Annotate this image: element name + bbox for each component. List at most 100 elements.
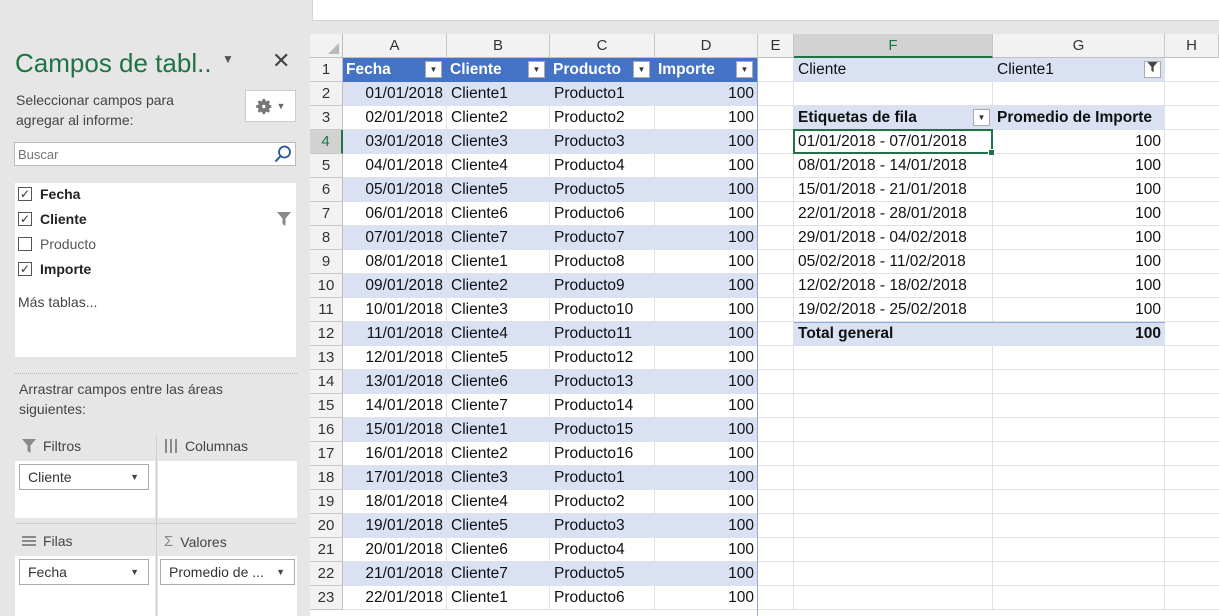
column-header-c[interactable]: C bbox=[550, 34, 655, 58]
table-cell[interactable]: Cliente1 bbox=[447, 586, 550, 610]
table-cell[interactable]: Producto4 bbox=[550, 154, 655, 178]
table-cell[interactable]: Cliente3 bbox=[447, 466, 550, 490]
chevron-down-icon[interactable]: ▼ bbox=[130, 560, 139, 584]
column-header-h[interactable]: H bbox=[1165, 34, 1219, 58]
row-header-7[interactable]: 7 bbox=[310, 202, 343, 226]
table-cell[interactable]: Cliente2 bbox=[447, 274, 550, 298]
pivot-row-filter-button[interactable]: ▼ bbox=[973, 109, 990, 126]
table-cell[interactable]: Producto14 bbox=[550, 394, 655, 418]
table-cell[interactable]: Producto2 bbox=[550, 490, 655, 514]
area-filters-box[interactable]: Cliente ▼ bbox=[15, 461, 155, 518]
table-cell[interactable]: Cliente2 bbox=[447, 442, 550, 466]
table-cell[interactable]: 02/01/2018 bbox=[343, 106, 447, 130]
table-cell[interactable]: 14/01/2018 bbox=[343, 394, 447, 418]
table-cell[interactable]: Producto11 bbox=[550, 322, 655, 346]
column-header-f[interactable]: F bbox=[794, 34, 993, 58]
table-cell[interactable]: 100 bbox=[655, 466, 758, 490]
pivot-row-value[interactable]: 100 bbox=[993, 178, 1165, 202]
table-cell[interactable]: 19/01/2018 bbox=[343, 514, 447, 538]
table-cell[interactable]: 06/01/2018 bbox=[343, 202, 447, 226]
table-cell[interactable]: 100 bbox=[655, 130, 758, 154]
row-header-20[interactable]: 20 bbox=[310, 514, 343, 538]
row-header-18[interactable]: 18 bbox=[310, 466, 343, 490]
table-cell[interactable]: 100 bbox=[655, 370, 758, 394]
row-header-21[interactable]: 21 bbox=[310, 538, 343, 562]
table-cell[interactable]: 13/01/2018 bbox=[343, 370, 447, 394]
table-cell[interactable]: 17/01/2018 bbox=[343, 466, 447, 490]
table-cell[interactable]: 100 bbox=[655, 82, 758, 106]
table-cell[interactable]: Cliente5 bbox=[447, 346, 550, 370]
table-cell[interactable]: Cliente3 bbox=[447, 298, 550, 322]
search-input[interactable] bbox=[15, 143, 265, 165]
column-header-d[interactable]: D bbox=[655, 34, 758, 58]
chevron-down-icon[interactable]: ▼ bbox=[276, 560, 285, 584]
filter-field-chip[interactable]: Cliente ▼ bbox=[19, 464, 149, 490]
table-cell[interactable]: 11/01/2018 bbox=[343, 322, 447, 346]
row-header-19[interactable]: 19 bbox=[310, 490, 343, 514]
table-cell[interactable]: Cliente4 bbox=[447, 322, 550, 346]
formula-bar[interactable] bbox=[312, 0, 1219, 21]
table-cell[interactable]: 22/01/2018 bbox=[343, 586, 447, 610]
area-rows-box[interactable]: Fecha ▼ bbox=[15, 556, 155, 616]
table-cell[interactable]: 100 bbox=[655, 562, 758, 586]
table-cell[interactable]: Producto3 bbox=[550, 514, 655, 538]
row-header-6[interactable]: 6 bbox=[310, 178, 343, 202]
row-header-4[interactable]: 4 bbox=[310, 130, 343, 154]
table-cell[interactable]: Producto1 bbox=[550, 466, 655, 490]
table-cell[interactable]: Producto4 bbox=[550, 538, 655, 562]
table-cell[interactable]: Producto10 bbox=[550, 298, 655, 322]
field-item-importe[interactable]: ✓ Importe bbox=[18, 259, 91, 279]
column-header-g[interactable]: G bbox=[993, 34, 1165, 58]
pivot-row-value[interactable]: 100 bbox=[993, 226, 1165, 250]
pivot-row-label[interactable]: 19/02/2018 - 25/02/2018 bbox=[794, 298, 993, 322]
table-cell[interactable]: 15/01/2018 bbox=[343, 418, 447, 442]
table-cell[interactable]: 01/01/2018 bbox=[343, 82, 447, 106]
pivot-row-label[interactable]: 05/02/2018 - 11/02/2018 bbox=[794, 250, 993, 274]
table-cell[interactable]: Producto3 bbox=[550, 130, 655, 154]
table-cell[interactable]: 100 bbox=[655, 106, 758, 130]
checkbox-checked[interactable]: ✓ bbox=[18, 187, 32, 201]
checkbox-checked[interactable]: ✓ bbox=[18, 262, 32, 276]
row-header-10[interactable]: 10 bbox=[310, 274, 343, 298]
row-header-23[interactable]: 23 bbox=[310, 586, 343, 610]
select-all-corner[interactable] bbox=[310, 34, 343, 58]
table-cell[interactable]: 07/01/2018 bbox=[343, 226, 447, 250]
pivot-filter-button[interactable] bbox=[1144, 61, 1161, 78]
table-cell[interactable]: 100 bbox=[655, 154, 758, 178]
pivot-row-value[interactable]: 100 bbox=[993, 274, 1165, 298]
table-cell[interactable]: 100 bbox=[655, 202, 758, 226]
field-search-box[interactable] bbox=[14, 142, 296, 166]
table-cell[interactable]: 21/01/2018 bbox=[343, 562, 447, 586]
checkbox-unchecked[interactable] bbox=[18, 237, 32, 251]
table-cell[interactable]: 100 bbox=[655, 226, 758, 250]
table-cell[interactable]: Cliente4 bbox=[447, 154, 550, 178]
area-values-box[interactable]: Promedio de ... ▼ bbox=[158, 556, 297, 616]
row-header-1[interactable]: 1 bbox=[310, 58, 343, 82]
table-cell[interactable]: Cliente1 bbox=[447, 82, 550, 106]
column-header-a[interactable]: A bbox=[343, 34, 447, 58]
table-cell[interactable]: Cliente7 bbox=[447, 562, 550, 586]
table-cell[interactable]: 09/01/2018 bbox=[343, 274, 447, 298]
table-cell[interactable]: 18/01/2018 bbox=[343, 490, 447, 514]
close-icon[interactable]: ✕ bbox=[272, 48, 290, 74]
row-header-11[interactable]: 11 bbox=[310, 298, 343, 322]
pane-options-chevron-icon[interactable]: ▼ bbox=[222, 52, 234, 66]
pivot-row-label[interactable]: 15/01/2018 - 21/01/2018 bbox=[794, 178, 993, 202]
row-header-13[interactable]: 13 bbox=[310, 346, 343, 370]
table-cell[interactable]: Cliente5 bbox=[447, 514, 550, 538]
table-cell[interactable]: Cliente7 bbox=[447, 394, 550, 418]
field-item-cliente[interactable]: ✓ Cliente bbox=[18, 209, 87, 229]
row-header-16[interactable]: 16 bbox=[310, 418, 343, 442]
row-header-22[interactable]: 22 bbox=[310, 562, 343, 586]
table-cell[interactable]: 100 bbox=[655, 490, 758, 514]
checkbox-checked[interactable]: ✓ bbox=[18, 212, 32, 226]
column-header-e[interactable]: E bbox=[758, 34, 794, 58]
table-cell[interactable]: Cliente6 bbox=[447, 370, 550, 394]
row-header-15[interactable]: 15 bbox=[310, 394, 343, 418]
table-cell[interactable]: Producto5 bbox=[550, 562, 655, 586]
table-cell[interactable]: 20/01/2018 bbox=[343, 538, 447, 562]
pivot-row-value[interactable]: 100 bbox=[993, 154, 1165, 178]
row-header-2[interactable]: 2 bbox=[310, 82, 343, 106]
tools-button[interactable]: ▼ bbox=[245, 90, 296, 122]
table-cell[interactable]: Producto12 bbox=[550, 346, 655, 370]
